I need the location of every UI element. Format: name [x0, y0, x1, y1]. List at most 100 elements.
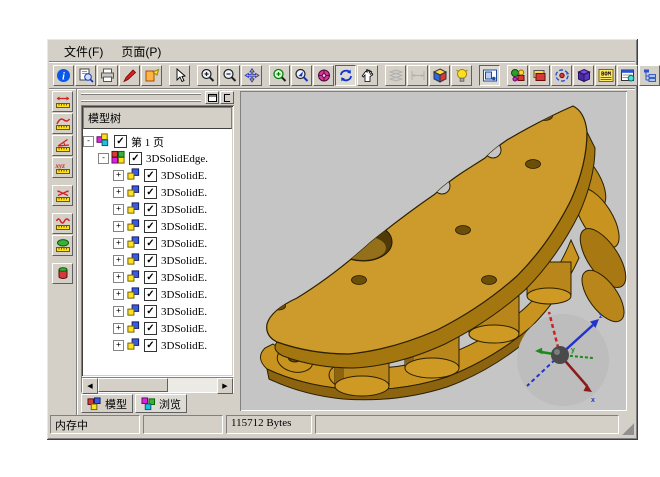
measure-curve-button[interactable]: [52, 113, 73, 134]
panel-collapse-button[interactable]: [220, 91, 234, 104]
tree-item-label[interactable]: 3DSolidE.: [161, 272, 207, 284]
print-button[interactable]: [97, 65, 118, 86]
tree-row[interactable]: + ✓ 3DSolidE.: [83, 303, 234, 320]
pan-button[interactable]: [241, 65, 262, 86]
tree-horizontal-scrollbar[interactable]: ◀ ▶: [81, 377, 234, 393]
tree-item-label[interactable]: 3DSolidE.: [161, 238, 207, 250]
tree-item-label[interactable]: 3DSolidE.: [161, 306, 207, 318]
tree-item-checkbox[interactable]: ✓: [144, 254, 157, 267]
tree-item-checkbox[interactable]: ✓: [129, 152, 142, 165]
zoom-extents-button[interactable]: [291, 65, 312, 86]
zoom-window-button[interactable]: [269, 65, 290, 86]
zoom-out-button[interactable]: [219, 65, 240, 86]
scroll-track[interactable]: [98, 378, 217, 392]
panel-grip[interactable]: [81, 93, 201, 102]
collapse-expander-icon[interactable]: -: [98, 153, 109, 164]
tree-item-checkbox[interactable]: ✓: [144, 271, 157, 284]
tree-item-checkbox[interactable]: ✓: [144, 237, 157, 250]
tree-item-label[interactable]: 3DSolidE.: [161, 289, 207, 301]
tree-row[interactable]: + ✓ 3DSolidE.: [83, 167, 234, 184]
measure-wave-button[interactable]: [52, 213, 73, 234]
orbit-tools-button[interactable]: [551, 65, 572, 86]
measure-angle-button[interactable]: [52, 135, 73, 156]
expand-expander-icon[interactable]: +: [113, 221, 124, 232]
tree-item-label[interactable]: 3DSolidE.: [161, 187, 207, 199]
measure-length-button[interactable]: [52, 91, 73, 112]
layers-button[interactable]: [385, 65, 406, 86]
expand-expander-icon[interactable]: +: [113, 340, 124, 351]
tree-row[interactable]: + ✓ 3DSolidE.: [83, 286, 234, 303]
scroll-right-button[interactable]: ▶: [217, 378, 233, 394]
expand-expander-icon[interactable]: +: [113, 272, 124, 283]
tree-item-checkbox[interactable]: ✓: [144, 220, 157, 233]
measure-area-button[interactable]: [52, 235, 73, 256]
panel-restore-button[interactable]: [205, 91, 219, 104]
tree-item-label[interactable]: 3DSolidE.: [161, 170, 207, 182]
menu-file[interactable]: 文件(F): [55, 41, 112, 62]
tree-item-label[interactable]: 第 1 页: [131, 134, 164, 150]
tree-row[interactable]: + ✓ 3DSolidE.: [83, 269, 234, 286]
measure-volume-button[interactable]: [52, 263, 73, 284]
menu-page[interactable]: 页面(P): [112, 41, 170, 62]
tree-item-checkbox[interactable]: ✓: [144, 203, 157, 216]
measure-tools-button[interactable]: [407, 65, 428, 86]
image-frame-button[interactable]: [479, 65, 500, 86]
structure-tree-button[interactable]: [639, 65, 660, 86]
tree-item-label[interactable]: 3DSolidE.: [161, 255, 207, 267]
display-mode-button[interactable]: [429, 65, 450, 86]
tree-row[interactable]: + ✓ 3DSolidE.: [83, 252, 234, 269]
spin-view-button[interactable]: [335, 65, 356, 86]
tree-item-checkbox[interactable]: ✓: [114, 135, 127, 148]
tree-item-checkbox[interactable]: ✓: [144, 305, 157, 318]
expand-expander-icon[interactable]: +: [113, 170, 124, 181]
hand-pan-button[interactable]: [357, 65, 378, 86]
tree-item-label[interactable]: 3DSolidE.: [161, 340, 207, 352]
tab-browse[interactable]: 浏览: [135, 394, 187, 413]
expand-expander-icon[interactable]: +: [113, 289, 124, 300]
annotate-button[interactable]: [119, 65, 140, 86]
tree-row[interactable]: - ✓ 第 1 页: [83, 133, 234, 150]
info-button[interactable]: i: [53, 65, 74, 86]
tree-row[interactable]: + ✓ 3DSolidE.: [83, 320, 234, 337]
print-preview-button[interactable]: [75, 65, 96, 86]
lighting-button[interactable]: [451, 65, 472, 86]
report-button[interactable]: [617, 65, 638, 86]
assembly-tools-button[interactable]: [529, 65, 550, 86]
tree-item-checkbox[interactable]: ✓: [144, 339, 157, 352]
zoom-in-button[interactable]: [197, 65, 218, 86]
expand-expander-icon[interactable]: +: [113, 323, 124, 334]
tree-row[interactable]: + ✓ 3DSolidE.: [83, 218, 234, 235]
tree-row[interactable]: + ✓ 3DSolidE.: [83, 337, 234, 354]
expand-expander-icon[interactable]: +: [113, 187, 124, 198]
select-button[interactable]: [169, 65, 190, 86]
export-button[interactable]: [141, 65, 162, 86]
part-tools-button[interactable]: [507, 65, 528, 86]
tree-row[interactable]: + ✓ 3DSolidE.: [83, 201, 234, 218]
expand-expander-icon[interactable]: +: [113, 306, 124, 317]
tree-item-label[interactable]: 3DSolidE.: [161, 323, 207, 335]
tree-item-checkbox[interactable]: ✓: [144, 169, 157, 182]
solid-tools-button[interactable]: [573, 65, 594, 86]
scroll-left-button[interactable]: ◀: [82, 378, 98, 394]
bom-button[interactable]: BOM: [595, 65, 616, 86]
expand-expander-icon[interactable]: +: [113, 255, 124, 266]
resize-grip[interactable]: [622, 423, 634, 435]
tree-item-label[interactable]: 3DSolidE.: [161, 221, 207, 233]
tree-item-checkbox[interactable]: ✓: [144, 288, 157, 301]
expand-expander-icon[interactable]: +: [113, 238, 124, 249]
tree-row[interactable]: + ✓ 3DSolidE.: [83, 235, 234, 252]
tree-item-checkbox[interactable]: ✓: [144, 186, 157, 199]
rotate-view-button[interactable]: [313, 65, 334, 86]
measure-distance-button[interactable]: [52, 185, 73, 206]
tab-model[interactable]: 模型: [81, 394, 133, 413]
tree-item-label[interactable]: 3DSolidE.: [161, 204, 207, 216]
tree-row[interactable]: + ✓ 3DSolidE.: [83, 184, 234, 201]
collapse-expander-icon[interactable]: -: [83, 136, 94, 147]
tree-item-label[interactable]: 3DSolidEdge.: [146, 153, 208, 165]
tree-row[interactable]: - ✓ 3DSolidEdge.: [83, 150, 234, 167]
viewport-3d[interactable]: z x y: [240, 91, 627, 411]
tree-item-checkbox[interactable]: ✓: [144, 322, 157, 335]
measure-coordinate-button[interactable]: xyz: [52, 157, 73, 178]
scroll-thumb[interactable]: [98, 378, 168, 392]
expand-expander-icon[interactable]: +: [113, 204, 124, 215]
